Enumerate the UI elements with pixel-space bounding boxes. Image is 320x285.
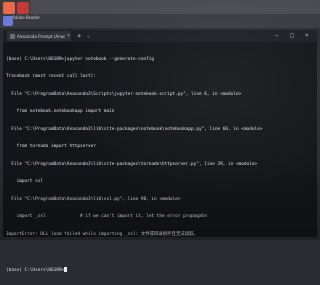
traceback-line: File "C:\ProgramData\Anaconda3\lib\site-… (6, 161, 258, 167)
traceback-line: import _ssl # if we can't import it, let… (6, 214, 207, 220)
minimize-button[interactable]: – (275, 31, 279, 41)
traceback-line: File "C:\ProgramData\Anaconda3\lib\site-… (6, 126, 263, 132)
maximize-button[interactable]: □ (290, 31, 294, 41)
prompt-text: (base) C:\Users\86189> (6, 268, 65, 274)
terminal-window: Anaconda Prompt (Anaconda3) × + ⌄ – □ × … (3, 30, 317, 273)
desktop-app-icon[interactable] (3, 2, 15, 14)
text-cursor (64, 267, 67, 272)
command-line: (base) C:\Users\86189>jupyter notebook -… (6, 56, 155, 62)
traceback-line: from tornado import httpserver (6, 144, 96, 150)
background-window-strip (30, 0, 320, 14)
tab-anaconda-prompt[interactable]: Anaconda Prompt (Anaconda3) × (7, 31, 71, 41)
traceback-line: File "C:\ProgramData\Anaconda3\Scripts\j… (6, 91, 242, 97)
adobe-reader-icon[interactable] (17, 2, 29, 14)
desktop-shortcut-icon[interactable] (3, 16, 13, 26)
traceback-line: from notebook.notebookapp import main (6, 109, 115, 115)
traceback-line: File "C:\ProgramData\Anaconda3\lib\ssl.p… (6, 196, 181, 202)
close-tab-icon[interactable]: × (67, 33, 70, 39)
desktop-background: Adobe Reader (0, 0, 320, 28)
close-window-button[interactable]: × (305, 31, 309, 41)
title-bar: Anaconda Prompt (Anaconda3) × + ⌄ – □ × (3, 30, 317, 42)
terminal-icon (10, 33, 15, 39)
traceback-line: import ssl (6, 179, 44, 185)
input-line[interactable]: (base) C:\Users\86189> (6, 267, 314, 273)
chevron-down-icon[interactable]: ⌄ (87, 31, 90, 41)
traceback-header: Traceback (most recent call last): (6, 74, 96, 80)
error-message: ImportError: DLL load failed while impor… (6, 232, 198, 237)
adobe-reader-label: Adobe Reader (12, 15, 41, 20)
console-output[interactable]: (base) C:\Users\86189>jupyter notebook -… (6, 45, 314, 285)
tab-label: Anaconda Prompt (Anaconda3) (17, 33, 65, 39)
new-tab-button[interactable]: + (77, 31, 81, 41)
